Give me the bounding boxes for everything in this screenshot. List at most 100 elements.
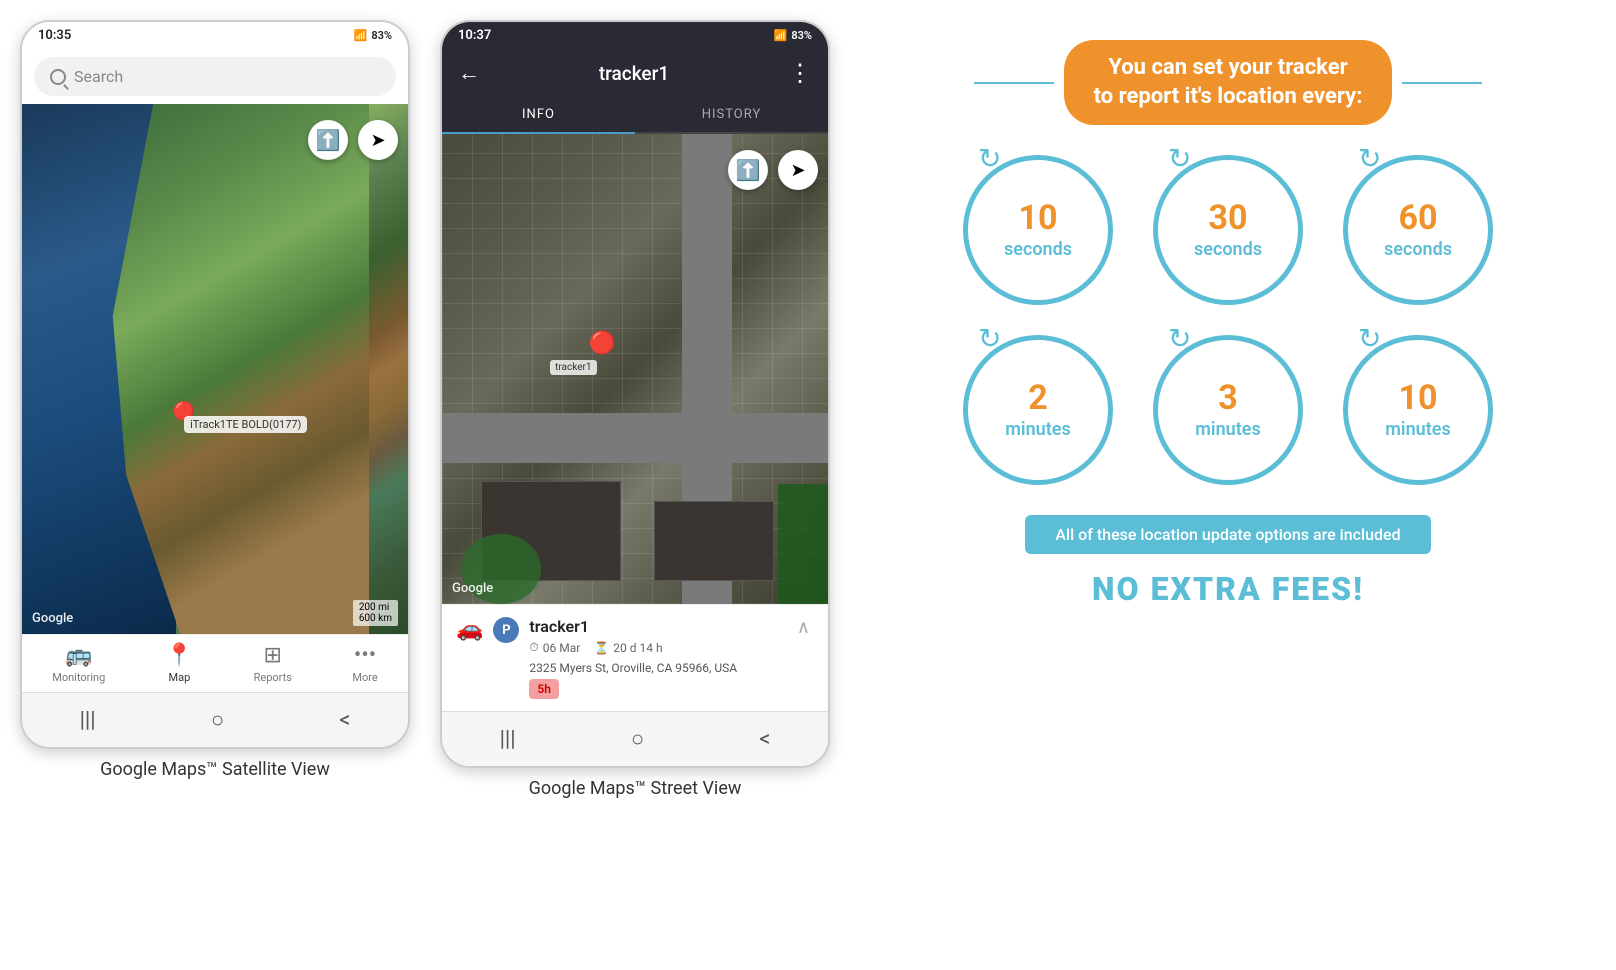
phone2-signal-icon: 📶 (774, 29, 788, 42)
info-title-banner: You can set your tracker to report it's … (1064, 40, 1393, 125)
tracker-car-icon: 🚗 (456, 617, 483, 642)
interval-30s: 30 seconds (1153, 155, 1303, 305)
phone1-time: 10:35 (38, 28, 71, 43)
compass-button[interactable]: ⬆️ (308, 120, 348, 160)
tracker-info-panel: 🚗 P tracker1 ⏱ 06 Mar ⏳ (442, 604, 828, 711)
tracker-name-label: tracker1 (529, 617, 737, 636)
interval-30s-number: 30 (1208, 201, 1247, 235)
interval-10s: 10 seconds (963, 155, 1113, 305)
interval-10m-unit: minutes (1385, 419, 1450, 440)
phone1-recent-btn[interactable]: ||| (60, 704, 116, 737)
phone2-time: 10:37 (458, 28, 491, 43)
aerial-nav-icon: ➤ (790, 160, 805, 181)
monitoring-icon: 🚌 (65, 643, 92, 668)
phone2-bottom-bar: ||| ○ < (442, 711, 828, 766)
interval-10m-number: 10 (1398, 381, 1437, 415)
tab-history[interactable]: HISTORY (635, 97, 828, 132)
phone1-caption: Google Maps™ Satellite View (100, 759, 330, 780)
back-button[interactable]: ← (458, 60, 480, 86)
map-scale: 200 mi 600 km (353, 600, 398, 626)
phone1-signal-icon: 📶 (354, 29, 368, 42)
nav-reports[interactable]: ⊞ Reports (254, 643, 292, 684)
phone2-caption: Google Maps™ Street View (529, 778, 742, 799)
building2 (654, 501, 774, 581)
nav-icon: ➤ (370, 130, 385, 151)
phone1-bottom-bar: ||| ○ < (22, 692, 408, 747)
road-horizontal (442, 413, 828, 463)
phone2-battery: 83% (791, 29, 812, 42)
phone2-section: 10:37 📶 83% ← tracker1 ⋮ INFO HISTORY (440, 20, 830, 799)
phone2-header: ← tracker1 ⋮ (442, 49, 828, 97)
tracker-parking-badge: P (493, 617, 519, 643)
more-label: More (352, 671, 377, 684)
tracker-5h-badge: 5h (529, 679, 559, 699)
phone1-status-icons: 📶 83% (354, 29, 392, 42)
interval-10s-unit: seconds (1004, 239, 1072, 260)
no-fees-text: All of these location update options are… (1055, 525, 1400, 544)
phone2-back-btn[interactable]: < (739, 723, 790, 756)
no-extra-fees-text: NO EXTRA FEES! (1092, 570, 1364, 608)
interval-2m: 2 minutes (963, 335, 1113, 485)
title-line1: You can set your tracker (1108, 55, 1347, 80)
phone1-nav-bar: 🚌 Monitoring 📍 Map ⊞ Reports ••• More (22, 634, 408, 692)
map-icon: 📍 (166, 643, 193, 668)
tracker-meta-clock: ⏱ 06 Mar (529, 640, 580, 655)
aerial-google-watermark: Google (452, 581, 493, 596)
phone1-back-btn[interactable]: < (319, 704, 370, 737)
infographic-panel: You can set your tracker to report it's … (860, 20, 1596, 628)
satellite-map[interactable]: ⬆️ ➤ 🔴 iTrack1TE BOLD(0177) Google 200 m… (22, 104, 408, 634)
phone1-search-bar: Search (22, 49, 408, 104)
aerial-car-marker: 🔴 (589, 331, 616, 356)
tracker-info-header: 🚗 P tracker1 ⏱ 06 Mar ⏳ (456, 617, 814, 699)
aerial-nav-button[interactable]: ➤ (778, 150, 818, 190)
tracker-details: tracker1 ⏱ 06 Mar ⏳ 20 d 14 h (529, 617, 737, 699)
google-watermark: Google (32, 611, 73, 626)
phone1-section: 10:35 📶 83% Search ⬆️ (20, 20, 410, 780)
more-icon: ••• (354, 643, 376, 668)
interval-2m-unit: minutes (1005, 419, 1070, 440)
tree-group2 (778, 484, 828, 604)
compass-icon: ⬆️ (316, 128, 341, 152)
aerial-map[interactable]: 🔴 tracker1 ⬆️ ➤ Google (442, 134, 828, 604)
nav-monitoring[interactable]: 🚌 Monitoring (52, 643, 105, 684)
tab-info-label: INFO (522, 107, 555, 122)
nav-map[interactable]: 📍 Map (166, 643, 193, 684)
tracker-meta: ⏱ 06 Mar ⏳ 20 d 14 h (529, 640, 737, 655)
phone2-recent-btn[interactable]: ||| (480, 723, 536, 756)
clock-icon: ⏱ (529, 640, 538, 655)
interval-30s-unit: seconds (1194, 239, 1262, 260)
scale-text: 200 mi (359, 602, 392, 613)
phone2-status-icons: 📶 83% (774, 29, 812, 42)
tab-history-label: HISTORY (702, 107, 762, 122)
monitoring-label: Monitoring (52, 671, 105, 684)
phone2-tabs: INFO HISTORY (442, 97, 828, 134)
tab-info[interactable]: INFO (442, 97, 635, 134)
tracker-label: iTrack1TE BOLD(0177) (184, 416, 307, 433)
more-menu-button[interactable]: ⋮ (788, 59, 812, 87)
info-title-text: You can set your tracker to report it's … (1094, 54, 1363, 111)
phone2-status-bar: 10:37 📶 83% (442, 22, 828, 49)
interval-10s-number: 10 (1018, 201, 1057, 235)
reports-label: Reports (254, 671, 292, 684)
map-label: Map (169, 671, 191, 684)
phone2-home-btn[interactable]: ○ (611, 722, 664, 756)
nav-more[interactable]: ••• More (352, 643, 377, 684)
interval-3m-unit: minutes (1195, 419, 1260, 440)
tracker-info-left: 🚗 P tracker1 ⏱ 06 Mar ⏳ (456, 617, 737, 699)
search-icon (50, 69, 66, 85)
interval-10m: 10 minutes (1343, 335, 1493, 485)
intervals-grid: 10 seconds 30 seconds 60 seconds 2 minut… (963, 155, 1493, 485)
title-line2: to report it's location every: (1094, 84, 1363, 109)
reports-icon: ⊞ (264, 643, 282, 668)
aerial-compass-button[interactable]: ⬆️ (728, 150, 768, 190)
phone1-home-btn[interactable]: ○ (191, 703, 244, 737)
interval-60s-number: 60 (1398, 201, 1437, 235)
tracker-meta-duration: ⏳ 20 d 14 h (594, 640, 662, 655)
navigation-button[interactable]: ➤ (358, 120, 398, 160)
interval-60s: 60 seconds (1343, 155, 1493, 305)
search-placeholder: Search (74, 67, 123, 86)
tracker-address: 2325 Myers St, Oroville, CA 95966, USA (529, 661, 737, 675)
main-container: 10:35 📶 83% Search ⬆️ (20, 20, 1596, 799)
search-input-mock[interactable]: Search (34, 57, 396, 96)
interval-60s-unit: seconds (1384, 239, 1452, 260)
